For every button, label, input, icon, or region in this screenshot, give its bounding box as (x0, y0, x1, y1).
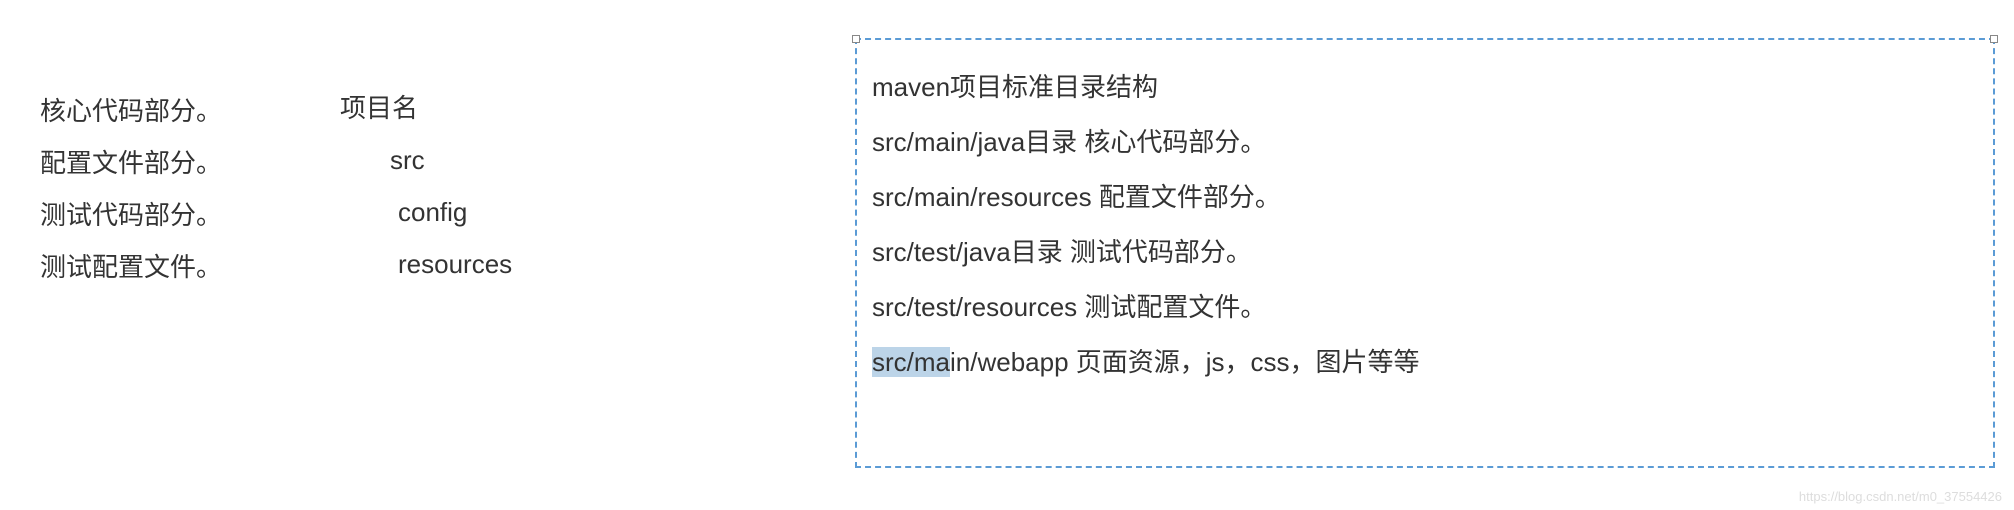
structure-line-1: 项目名 (340, 82, 512, 134)
watermark-text: https://blog.csdn.net/m0_37554426 (1799, 489, 2002, 504)
box-line-5[interactable]: src/test/resources 测试配置文件。 (872, 280, 1978, 335)
structure-line-2: src (340, 134, 512, 186)
left-description-list: 核心代码部分。 配置文件部分。 测试代码部分。 测试配置文件。 (40, 85, 222, 293)
selected-text-highlight[interactable]: src/ma (872, 347, 950, 377)
desc-line-2: 配置文件部分。 (40, 137, 222, 189)
resize-handle-top-right[interactable] (1990, 35, 1998, 43)
box-line-1[interactable]: maven项目标准目录结构 (872, 60, 1978, 115)
box-line-6[interactable]: src/main/webapp 页面资源，js，css，图片等等 (872, 335, 1978, 390)
left-structure-list: 项目名 src config resources (340, 82, 512, 290)
resize-handle-top-left[interactable] (852, 35, 860, 43)
box-line-6-rest[interactable]: n/webapp 页面资源，js，css，图片等等 (956, 347, 1420, 377)
box-line-2[interactable]: src/main/java目录 核心代码部分。 (872, 115, 1978, 170)
text-cursor[interactable]: i (950, 335, 956, 390)
selected-text-box[interactable]: maven项目标准目录结构 src/main/java目录 核心代码部分。 sr… (855, 38, 1995, 468)
desc-line-3: 测试代码部分。 (40, 189, 222, 241)
box-line-3[interactable]: src/main/resources 配置文件部分。 (872, 170, 1978, 225)
box-line-4[interactable]: src/test/java目录 测试代码部分。 (872, 225, 1978, 280)
structure-line-3: config (340, 186, 512, 238)
desc-line-4: 测试配置文件。 (40, 241, 222, 293)
structure-line-4: resources (340, 238, 512, 290)
desc-line-1: 核心代码部分。 (40, 85, 222, 137)
